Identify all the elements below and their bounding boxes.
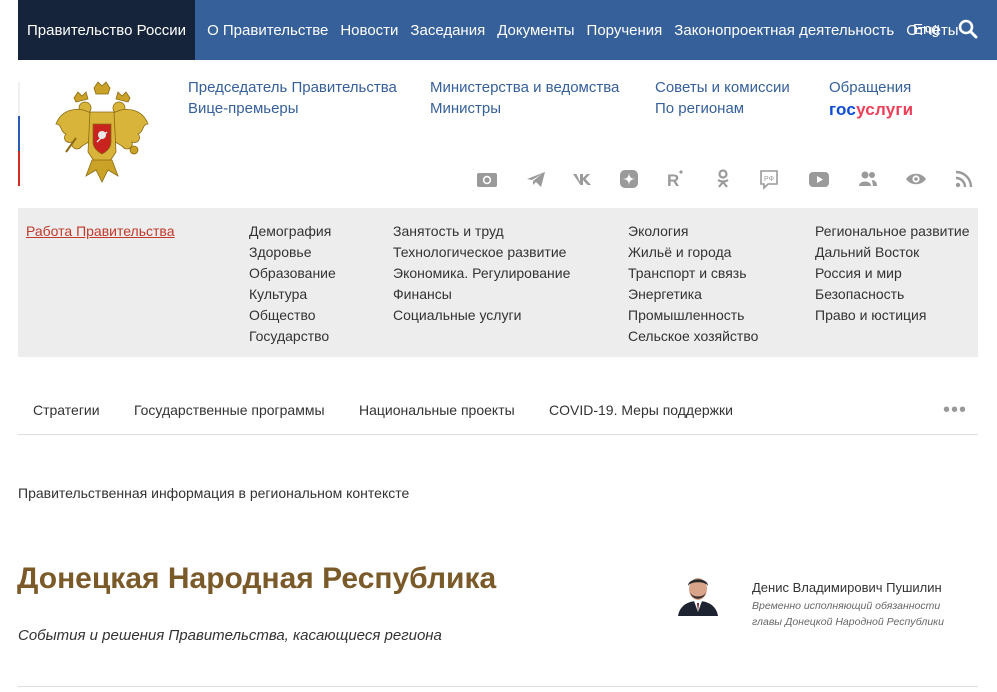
page-subtitle: События и решения Правительства, касающи…: [18, 627, 442, 644]
topic-link[interactable]: Транспорт и связь: [628, 263, 758, 284]
top-navigation: Правительство России О Правительстве Нов…: [18, 0, 997, 60]
link-appeals[interactable]: Обращения: [829, 79, 911, 96]
svg-text:РФ: РФ: [764, 176, 774, 183]
topic-link[interactable]: Сельское хозяйство: [628, 326, 758, 347]
topic-link[interactable]: Россия и мир: [815, 263, 970, 284]
topic-link[interactable]: Безопасность: [815, 284, 970, 305]
nav-item-about[interactable]: О Правительстве: [207, 22, 328, 39]
youtube-icon[interactable]: [806, 166, 832, 192]
topic-link[interactable]: Культура: [249, 284, 336, 305]
official-name[interactable]: Денис Владимирович Пушилин: [752, 580, 942, 595]
link-ministers[interactable]: Министры: [430, 100, 501, 117]
topic-link[interactable]: Демография: [249, 221, 336, 242]
topic-link[interactable]: Дальний Восток: [815, 242, 970, 263]
link-government-work[interactable]: Работа Правительства: [26, 223, 175, 239]
nav-item-documents[interactable]: Документы: [497, 22, 574, 39]
rf-chat-icon[interactable]: РФ: [756, 166, 782, 192]
nav-item-meetings[interactable]: Заседания: [410, 22, 485, 39]
telegram-icon[interactable]: [523, 166, 549, 192]
secondary-nav: Стратегии Государственные программы Наци…: [18, 390, 978, 435]
russian-flag-stripe: [18, 82, 20, 186]
topics-column-3: Экология Жильё и города Транспорт и связ…: [628, 221, 758, 347]
rutube-icon[interactable]: R: [662, 166, 688, 192]
main-nav: О Правительстве Новости Заседания Докуме…: [195, 0, 959, 60]
subnav-covid-support[interactable]: COVID-19. Меры поддержки: [549, 402, 733, 418]
link-ministries[interactable]: Министерства и ведомства: [430, 79, 619, 96]
gosuslugi-part1: гос: [829, 100, 857, 119]
divider: [18, 686, 978, 687]
coat-of-arms-icon[interactable]: [52, 80, 152, 185]
topics-column-2: Занятость и труд Технологическое развити…: [393, 221, 570, 326]
users-icon[interactable]: [855, 166, 881, 192]
odnoklassniki-icon[interactable]: [710, 166, 736, 192]
vk-icon[interactable]: [570, 166, 596, 192]
topic-link[interactable]: Экономика. Регулирование: [393, 263, 570, 284]
nav-item-orders[interactable]: Поручения: [587, 22, 663, 39]
topic-link[interactable]: Финансы: [393, 284, 570, 305]
official-role: Временно исполняющий обязанности главы Д…: [752, 600, 944, 628]
topic-link[interactable]: Экология: [628, 221, 758, 242]
topic-link[interactable]: Занятость и труд: [393, 221, 570, 242]
more-icon[interactable]: •••: [943, 399, 967, 422]
gosuslugi-logo[interactable]: госуслуги: [829, 100, 913, 120]
camera-icon[interactable]: [474, 166, 500, 192]
brand-link[interactable]: Правительство России: [18, 0, 196, 60]
link-chairman[interactable]: Председатель Правительства: [188, 79, 397, 96]
avatar[interactable]: [674, 568, 722, 616]
eye-icon[interactable]: [903, 166, 929, 192]
topic-link[interactable]: Образование: [249, 263, 336, 284]
topic-link[interactable]: Здоровье: [249, 242, 336, 263]
topic-link[interactable]: Государство: [249, 326, 336, 347]
subnav-strategies[interactable]: Стратегии: [33, 402, 100, 418]
gosuslugi-part2: услуги: [856, 100, 914, 119]
link-councils[interactable]: Советы и комиссии: [655, 79, 790, 96]
topics-panel: Работа Правительства Демография Здоровье…: [18, 208, 978, 357]
region-context-text: Правительственная информация в региональ…: [18, 485, 410, 501]
topic-link[interactable]: Промышленность: [628, 305, 758, 326]
language-switch[interactable]: Eng: [913, 21, 940, 38]
subnav-state-programs[interactable]: Государственные программы: [134, 402, 325, 418]
topic-link[interactable]: Право и юстиция: [815, 305, 970, 326]
search-icon[interactable]: [958, 19, 978, 39]
svg-text:R: R: [667, 171, 679, 190]
nav-item-news[interactable]: Новости: [340, 22, 398, 39]
topic-link[interactable]: Энергетика: [628, 284, 758, 305]
link-vice-premiers[interactable]: Вице-премьеры: [188, 100, 299, 117]
topic-link[interactable]: Социальные услуги: [393, 305, 570, 326]
rss-icon[interactable]: [951, 166, 977, 192]
topic-link[interactable]: Технологическое развитие: [393, 242, 570, 263]
page-title: Донецкая Народная Республика: [17, 562, 497, 595]
topics-column-1: Демография Здоровье Образование Культура…: [249, 221, 336, 347]
topic-link[interactable]: Региональное развитие: [815, 221, 970, 242]
subnav-national-projects[interactable]: Национальные проекты: [359, 402, 515, 418]
topic-link[interactable]: Общество: [249, 305, 336, 326]
topics-column-4: Региональное развитие Дальний Восток Рос…: [815, 221, 970, 326]
link-regions[interactable]: По регионам: [655, 100, 744, 117]
yandex-zen-icon[interactable]: [616, 166, 642, 192]
nav-item-legislation[interactable]: Законопроектная деятельность: [674, 22, 894, 39]
topic-link[interactable]: Жильё и города: [628, 242, 758, 263]
